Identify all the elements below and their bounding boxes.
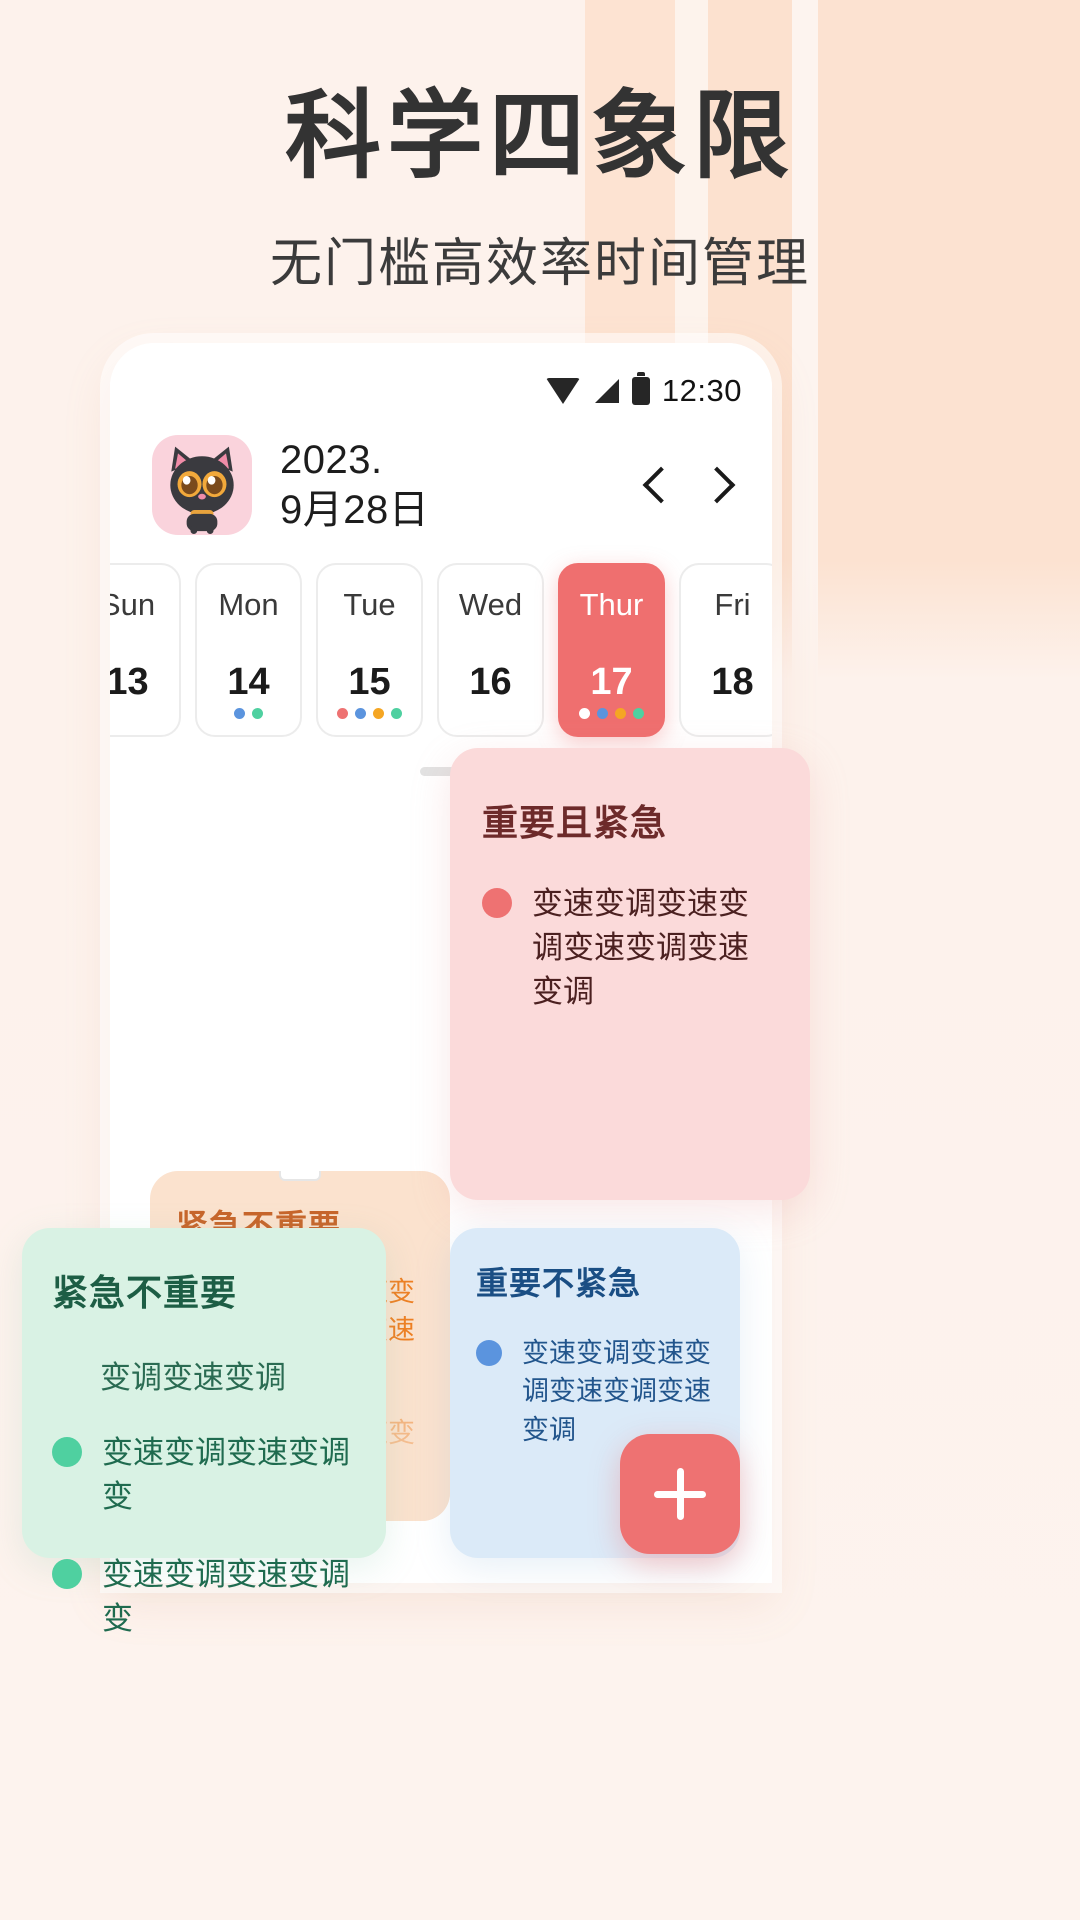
day-cell-13[interactable]: Sun 13 (110, 563, 181, 737)
day-task-dots (318, 708, 421, 719)
day-number: 16 (469, 661, 512, 703)
task-dot-icon (391, 708, 402, 719)
task-text: 变速变调变速变调变 (102, 1557, 350, 1637)
day-weekday: Fri (714, 587, 751, 622)
day-number: 15 (348, 661, 391, 703)
quadrant-card-urgent-important[interactable]: 重要且紧急 变速变调变速变调变速变调变速变调 (450, 748, 810, 1200)
chevron-left-icon[interactable] (642, 466, 680, 504)
week-strip[interactable]: Sun13Mon14Tue15Wed16Thur17Fri18Sat19 (110, 563, 772, 776)
task-text: 变速变调变速变调变速变调变速变调 (522, 1338, 711, 1445)
date-year: 2023. (280, 438, 383, 482)
task-dot-icon (355, 708, 366, 719)
task-bullet-icon[interactable] (482, 888, 512, 918)
app-header: 2023. 9月28日 (110, 413, 772, 535)
signal-icon (592, 378, 620, 404)
day-weekday: Thur (579, 587, 644, 622)
day-weekday: Tue (343, 587, 396, 622)
day-task-dots (197, 708, 300, 719)
date-nav (642, 466, 738, 504)
day-weekday: Mon (218, 587, 279, 622)
task-text-plain: 变调变速变调 (100, 1360, 286, 1395)
day-number: 18 (711, 661, 754, 703)
task-dot-icon (337, 708, 348, 719)
promo-header: 科学四象限 无门槛高效率时间管理 (0, 0, 1080, 296)
day-cell-16[interactable]: Wed 16 (437, 563, 544, 737)
task-bullet-icon[interactable] (52, 1437, 82, 1467)
quadrant-card-not-urgent-not-important[interactable]: 紧急不重要 变调变速变调 变速变调变速变调变 变速变调变速变调变 (22, 1228, 386, 1636)
day-cell-14[interactable]: Mon 14 (195, 563, 302, 737)
card-drag-handle[interactable] (279, 1171, 321, 1181)
add-task-button[interactable] (620, 1434, 740, 1554)
wifi-icon (545, 378, 580, 404)
day-cell-17[interactable]: Thur 17 (558, 563, 665, 737)
cat-avatar-icon (170, 446, 234, 535)
task-text: 变速变调变速变调变速变调变速变调 (532, 886, 749, 1010)
task-item[interactable]: 变速变调变速变调变速变调变速变调 (482, 882, 778, 1014)
card-title: 重要不紧急 (476, 1265, 642, 1301)
promo-title: 科学四象限 (285, 80, 795, 192)
day-number: 13 (110, 661, 149, 703)
task-bullet-icon[interactable] (476, 1340, 502, 1366)
day-weekday: Sun (110, 587, 156, 622)
promo-subtitle: 无门槛高效率时间管理 (269, 233, 810, 294)
date-month-day: 9月28日 (280, 488, 430, 532)
plus-icon (676, 1468, 684, 1520)
task-dot-icon (234, 708, 245, 719)
task-item[interactable]: 变速变调变速变调变 (52, 1553, 356, 1641)
day-cell-18[interactable]: Fri 18 (679, 563, 772, 737)
task-bullet-icon[interactable] (52, 1559, 82, 1590)
status-bar-time: 12:30 (661, 373, 742, 408)
task-dot-icon (615, 708, 626, 719)
day-weekday: Wed (458, 587, 523, 622)
battery-icon (631, 372, 650, 405)
task-dot-icon (373, 708, 384, 719)
task-item[interactable]: 变速变调变速变调变速变调变速变调 (476, 1334, 714, 1449)
chevron-right-icon[interactable] (698, 466, 736, 504)
day-number: 14 (227, 661, 270, 703)
date-display[interactable]: 2023. 9月28日 (280, 435, 620, 535)
card-title: 紧急不重要 (52, 1272, 238, 1313)
status-bar: 12:30 (110, 343, 772, 413)
day-cell-15[interactable]: Tue 15 (316, 563, 423, 737)
task-dot-icon (633, 708, 644, 719)
task-dot-icon (252, 708, 263, 719)
card-title: 重要且紧急 (482, 802, 668, 843)
task-dot-icon (597, 708, 608, 719)
day-task-dots (560, 708, 663, 719)
task-text: 变速变调变速变调变 (102, 1435, 350, 1515)
day-number: 17 (590, 661, 633, 703)
avatar[interactable] (152, 435, 252, 535)
task-item[interactable]: 变速变调变速变调变 (52, 1431, 356, 1519)
task-dot-icon (579, 708, 590, 719)
